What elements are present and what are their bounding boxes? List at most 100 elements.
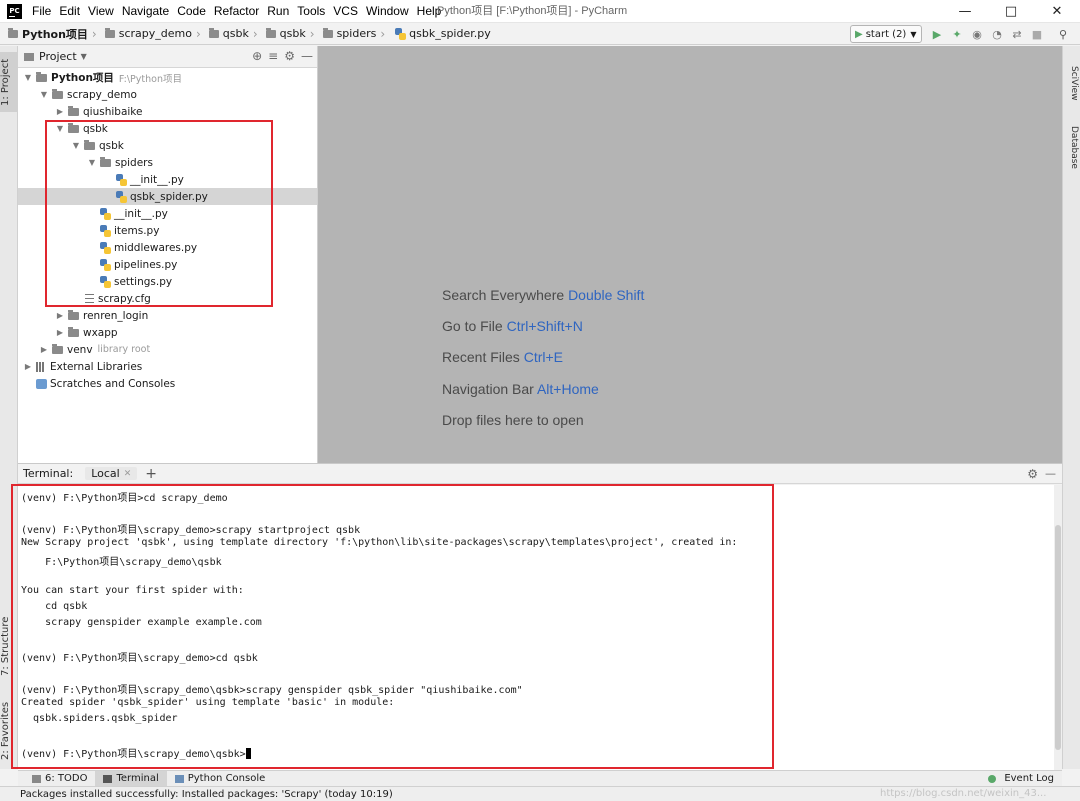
hide-icon[interactable]: —: [301, 49, 313, 63]
folder-icon: [104, 27, 115, 38]
status-message: Packages installed successfully: Install…: [20, 788, 393, 800]
database-tool-tab[interactable]: Database: [1065, 126, 1079, 186]
terminal-tab-label: Terminal: [116, 773, 159, 784]
menu-refactor[interactable]: Refactor: [210, 0, 263, 23]
library-icon: [36, 361, 47, 372]
close-icon[interactable]: ✕: [124, 469, 132, 479]
chevron-right-icon[interactable]: ▶: [22, 362, 34, 371]
close-icon[interactable]: ✕: [1034, 0, 1080, 23]
gear-icon[interactable]: ⚙: [1027, 467, 1038, 481]
folder-icon: [52, 343, 63, 354]
menu-code[interactable]: Code: [173, 0, 210, 23]
tree-item-label: Scratches and Consoles: [50, 377, 176, 390]
locate-icon[interactable]: ⊕: [252, 49, 262, 63]
highlight-box-terminal: [11, 484, 774, 769]
gear-icon[interactable]: ⚙: [284, 49, 295, 63]
project-view-select[interactable]: Project: [39, 50, 77, 63]
concurrency-icon[interactable]: ⇄: [1010, 26, 1024, 42]
terminal-header: Terminal: Local ✕ + ⚙ —: [18, 463, 1062, 484]
chevron-right-icon[interactable]: ▶: [54, 311, 66, 320]
search-icon[interactable]: ⚲: [1056, 26, 1070, 42]
menu-file[interactable]: File: [28, 0, 55, 23]
hide-icon[interactable]: —: [1045, 467, 1056, 480]
tree-item-16[interactable]: ▶ venv library root: [18, 341, 317, 358]
breadcrumb-spiders[interactable]: spiders ›: [315, 27, 385, 41]
tree-item-note: library root: [97, 344, 151, 355]
run-icon[interactable]: ▶: [930, 26, 944, 42]
chevron-down-icon[interactable]: ▼: [22, 73, 34, 82]
scratches-icon: [36, 378, 47, 389]
terminal-tab-local[interactable]: Local ✕: [85, 467, 138, 480]
python-console-tab[interactable]: Python Console: [167, 771, 274, 787]
breadcrumb-label: qsbk_spider.py: [409, 27, 491, 40]
chevron-right-icon[interactable]: ▶: [54, 107, 66, 116]
tree-item-14[interactable]: ▶ renren_login: [18, 307, 317, 324]
hint-recent-files: Recent Files Ctrl+E: [442, 349, 563, 365]
tree-item-18[interactable]: Scratches and Consoles: [18, 375, 317, 392]
tree-item-1[interactable]: ▼ scrapy_demo: [18, 86, 317, 103]
scrollbar-thumb[interactable]: [1055, 525, 1061, 750]
breadcrumb-qsbk[interactable]: qsbk ›: [201, 27, 258, 41]
menu-window[interactable]: Window: [362, 0, 413, 23]
folder-icon: [68, 326, 79, 337]
folder-icon: [52, 88, 63, 99]
tree-item-label: wxapp: [83, 326, 118, 339]
todo-tab[interactable]: 6: TODO: [24, 771, 95, 787]
tree-item-label: Python项目: [51, 72, 114, 84]
chevron-down-icon[interactable]: ▼: [81, 52, 87, 61]
tree-item-15[interactable]: ▶ wxapp: [18, 324, 317, 341]
stop-icon[interactable]: ■: [1030, 26, 1044, 42]
tree-item-label: External Libraries: [50, 360, 143, 373]
breadcrumb-label: qsbk: [279, 27, 306, 40]
todo-tab-label: 6: TODO: [45, 773, 88, 784]
sciview-tool-tab[interactable]: SciView: [1065, 66, 1079, 116]
terminal-scrollbar[interactable]: [1054, 485, 1062, 770]
collapse-all-icon[interactable]: ≡: [268, 49, 278, 63]
tree-item-0[interactable]: ▼ Python项目 F:\Python项目: [18, 69, 317, 86]
folder-icon: [68, 309, 79, 320]
bottom-tool-bar: 6: TODO Terminal Python Console Event Lo…: [18, 770, 1062, 787]
terminal-tab[interactable]: Terminal: [95, 770, 167, 787]
tree-item-17[interactable]: ▶ External Libraries: [18, 358, 317, 375]
event-log-icon: [988, 774, 997, 783]
chevron-down-icon[interactable]: ▼: [38, 90, 50, 99]
event-log-tab-label: Event Log: [1004, 773, 1054, 784]
menu-tools[interactable]: Tools: [293, 0, 329, 23]
menu-vcs[interactable]: VCS: [329, 0, 362, 23]
tree-item-2[interactable]: ▶ qiushibaike: [18, 103, 317, 120]
menu-run[interactable]: Run: [263, 0, 293, 23]
hint-navigation-bar: Navigation Bar Alt+Home: [442, 381, 599, 397]
breadcrumb-qsbk-inner[interactable]: qsbk ›: [258, 27, 315, 41]
project-icon: [24, 52, 34, 61]
profile-icon[interactable]: ◔: [990, 26, 1004, 42]
editor-empty-area[interactable]: Search Everywhere Double Shift Go to Fil…: [318, 46, 1062, 463]
breadcrumb-root[interactable]: Python项目 ›: [0, 26, 97, 42]
menu-view[interactable]: View: [84, 0, 118, 23]
terminal-icon: [103, 774, 113, 783]
hint-go-to-file: Go to File Ctrl+Shift+N: [442, 318, 583, 334]
project-tool-tab[interactable]: 1: Project: [0, 52, 18, 112]
debug-icon[interactable]: ✦: [950, 26, 964, 42]
chevron-right-icon[interactable]: ▶: [38, 345, 50, 354]
chevron-right-icon[interactable]: ▶: [54, 328, 66, 337]
breadcrumb-label: spiders: [336, 27, 377, 40]
maximize-icon[interactable]: □: [988, 0, 1034, 23]
tree-item-label: venv: [67, 343, 93, 356]
hint-drop-files: Drop files here to open: [442, 412, 584, 428]
menu-navigate[interactable]: Navigate: [118, 0, 173, 23]
terminal-title: Terminal:: [23, 467, 74, 480]
python-console-tab-label: Python Console: [187, 773, 266, 784]
breadcrumb-scrapy-demo[interactable]: scrapy_demo ›: [97, 27, 201, 41]
right-tool-strip: SciView Database: [1062, 46, 1080, 769]
highlight-box-project: [45, 120, 273, 307]
minimize-icon[interactable]: —: [942, 0, 988, 23]
watermark: https://blog.csdn.net/weixin_43...: [880, 788, 1047, 799]
coverage-icon[interactable]: ◉: [970, 26, 984, 42]
event-log-tab[interactable]: Event Log: [980, 771, 1062, 787]
add-terminal-icon[interactable]: +: [145, 466, 157, 482]
breadcrumb-label: scrapy_demo: [118, 27, 192, 40]
pycharm-logo-icon: PC: [7, 3, 22, 19]
menu-edit[interactable]: Edit: [55, 0, 84, 23]
run-configuration-select[interactable]: ▶ start (2) ▼: [850, 25, 922, 43]
breadcrumb-file[interactable]: qsbk_spider.py: [385, 27, 491, 40]
